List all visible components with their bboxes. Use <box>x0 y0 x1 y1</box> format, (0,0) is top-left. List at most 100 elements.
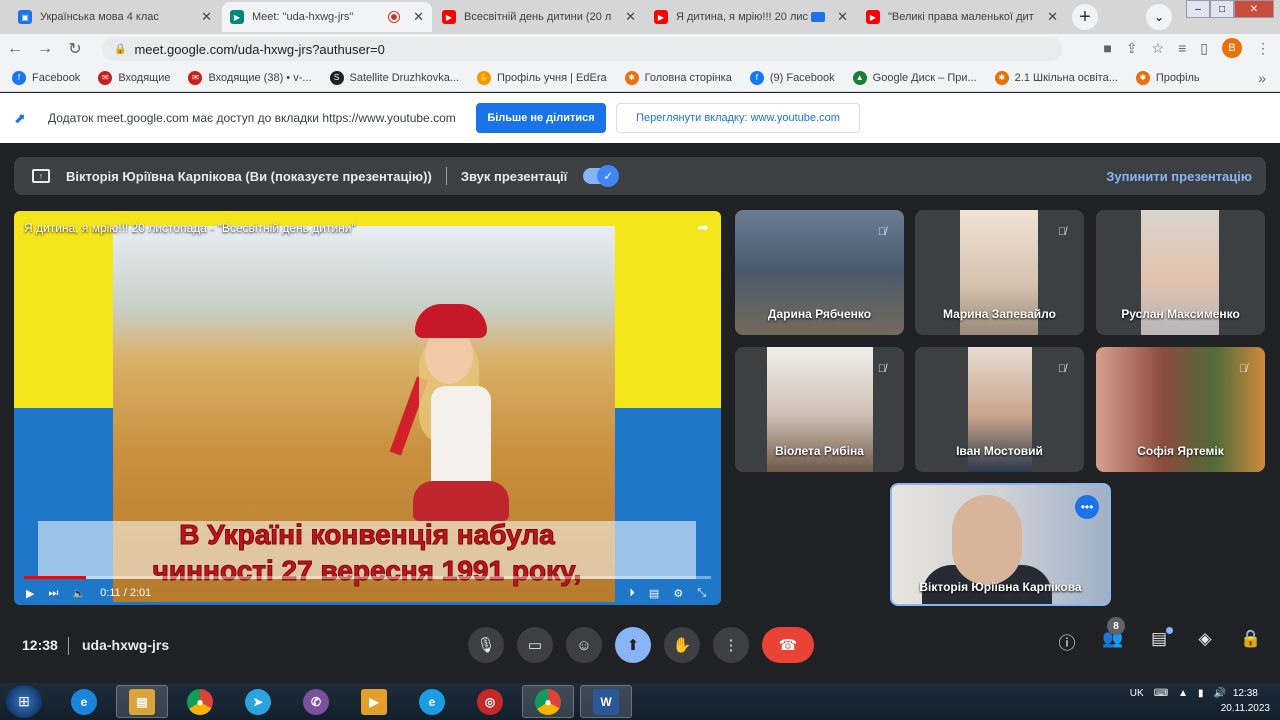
taskbar-chrome-open[interactable]: ● <box>522 685 574 718</box>
side-panel-icon[interactable]: ▯ <box>1200 40 1208 57</box>
bookmark-satellite[interactable]: S Satellite Druzhkovka... <box>329 70 459 85</box>
participant-tile[interactable]: 🎙̸ Софія Яртемік <box>1096 347 1265 472</box>
tab-youtube-3[interactable]: ▶ "Великі права маленької дит ✕ <box>858 2 1066 32</box>
tab-youtube-2[interactable]: ▶ Я дитина, я мрію!!! 20 лис ✕ <box>646 2 856 32</box>
participant-tile[interactable]: 🎙̸ Дарина Рябченко <box>735 210 904 335</box>
viber-icon: ✆ <box>303 688 329 715</box>
presenter-name: Вікторія Юріївна Карпікова (Ви (показуєт… <box>66 168 432 184</box>
reactions-button[interactable]: ☺ <box>566 627 602 663</box>
autoplay-icon[interactable]: ⏵ <box>629 587 635 600</box>
bookmark-home[interactable]: ✱ Головна сторінка <box>624 70 732 85</box>
participant-tile[interactable]: 🎙̸ Марина Запевайло <box>915 210 1084 335</box>
bookmark-profile[interactable]: ✱ Профіль <box>1135 70 1200 85</box>
participant-tile[interactable]: Руслан Максименко <box>1096 210 1265 335</box>
share-icon[interactable]: ➦ <box>697 219 709 236</box>
youtube-icon: ▶ <box>442 10 456 24</box>
bookmark-inbox-38[interactable]: ✉ Входящие (38) • v-... <box>188 70 312 85</box>
back-icon[interactable]: ← <box>0 40 30 58</box>
people-icon[interactable]: 👥 8 <box>1101 617 1125 654</box>
tab-ukrainian-lesson[interactable]: ▣ Українська мова 4 клас ✕ <box>10 2 220 32</box>
window-controls: – □ ✕ <box>1186 0 1274 18</box>
browser-toolbar: ■ ⇪ ☆ ≡ ▯ B ⋮ <box>1103 38 1270 58</box>
keyboard-icon[interactable]: ⌨ <box>1154 688 1168 699</box>
bookmark-facebook-9[interactable]: f (9) Facebook <box>749 70 835 85</box>
close-icon[interactable]: ✕ <box>413 9 424 25</box>
bookmark-school[interactable]: ✱ 2.1 Шкільна освіта... <box>994 70 1118 85</box>
skirt-shape <box>413 481 509 521</box>
stop-presenting-button[interactable]: Зупинити презентацію <box>1106 169 1252 184</box>
battery-icon[interactable]: ▮ <box>1198 688 1204 699</box>
stop-sharing-button[interactable]: Більше не ділитися <box>476 103 606 133</box>
next-icon[interactable]: ⏭ <box>48 587 58 600</box>
more-options-button[interactable]: ⋮ <box>713 627 749 663</box>
profile-avatar[interactable]: B <box>1222 38 1242 58</box>
taskbar-word[interactable]: W <box>580 685 632 718</box>
maximize-button[interactable]: □ <box>1210 0 1234 18</box>
taskbar-edge[interactable]: e <box>406 685 458 718</box>
tab-youtube-1[interactable]: ▶ Всесвітній день дитини (20 л ✕ <box>434 2 644 32</box>
taskbar-chrome[interactable]: ● <box>174 685 226 718</box>
media-control-icon[interactable]: ≡ <box>1178 40 1186 56</box>
leave-call-button[interactable]: ☎ <box>762 627 814 663</box>
menu-icon[interactable]: ⋮ <box>1256 40 1270 57</box>
self-tile[interactable]: ••• Вікторія Юріївна Карпікова <box>890 483 1111 606</box>
taskbar-ie[interactable]: e <box>58 685 110 718</box>
info-icon[interactable]: ⓘ <box>1055 629 1079 654</box>
video-progress-bar[interactable] <box>24 576 711 579</box>
taskbar-telegram[interactable]: ➤ <box>232 685 284 718</box>
subtitles-icon[interactable]: ▤ <box>649 587 659 600</box>
show-hidden-icons[interactable]: ▲ <box>1178 688 1188 699</box>
taskbar-clock[interactable]: 12:38 20.11.2023 <box>1221 686 1270 716</box>
raise-hand-button[interactable]: ✋ <box>664 627 700 663</box>
share-icon[interactable]: ⇪ <box>1126 40 1138 57</box>
more-options-icon[interactable]: ••• <box>1075 495 1099 519</box>
taskbar-explorer[interactable]: ▤ <box>116 685 168 718</box>
volume-icon[interactable]: 🔈 <box>72 587 86 600</box>
minimize-button[interactable]: – <box>1186 0 1210 18</box>
more-bookmarks-icon[interactable]: » <box>1258 70 1266 86</box>
video-title[interactable]: Я дитина, я мрію!!! 20 листопада - "Всес… <box>24 221 356 235</box>
forward-icon[interactable]: → <box>30 40 60 58</box>
taskbar-app[interactable]: ◎ <box>464 685 516 718</box>
participant-tile[interactable]: 🎙̸ Іван Мостовий <box>915 347 1084 472</box>
participant-name: Дарина Рябченко <box>767 307 872 321</box>
bookmark-facebook[interactable]: f Facebook <box>12 70 80 85</box>
mic-off-icon: 🎙̸ <box>877 363 887 375</box>
camera-icon[interactable]: ■ <box>1103 40 1111 56</box>
shared-video[interactable]: Я дитина, я мрію!!! 20 листопада - "Всес… <box>14 211 721 605</box>
reload-icon[interactable]: ↻ <box>60 39 90 59</box>
host-controls-icon[interactable]: 🔒 <box>1239 629 1263 654</box>
edge-icon: e <box>419 688 445 715</box>
taskbar-media[interactable]: ▶ <box>348 685 400 718</box>
bookmark-inbox[interactable]: ✉ Входящие <box>98 70 170 85</box>
close-icon[interactable]: ✕ <box>625 9 636 25</box>
url-field[interactable]: 🔒 meet.google.com/uda-hxwg-jrs?authuser=… <box>102 37 1062 61</box>
chat-icon[interactable]: ▤ <box>1147 627 1173 654</box>
close-icon[interactable]: ✕ <box>837 9 848 25</box>
settings-icon[interactable]: ⚙ <box>673 587 683 600</box>
close-icon[interactable]: ✕ <box>1047 9 1058 25</box>
new-tab-button[interactable]: + <box>1072 4 1098 30</box>
tab-meet[interactable]: ▶ Meet: "uda-hxwg-jrs" ✕ <box>222 2 432 32</box>
camera-button[interactable]: ▭ <box>517 627 553 663</box>
bookmark-google-drive[interactable]: ▲ Google Диск – При... <box>852 70 977 85</box>
present-button[interactable]: ⬆ <box>615 627 651 663</box>
language-indicator[interactable]: UK <box>1130 688 1144 699</box>
call-controls: 🎙 ▭ ☺ ⬆ ✋ ⋮ ☎ <box>468 627 814 663</box>
play-icon[interactable]: ▶ <box>26 587 34 600</box>
start-button[interactable]: ⊞ <box>6 685 42 718</box>
presentation-sound-toggle[interactable]: ✓ <box>583 165 620 187</box>
bookmark-edera[interactable]: ✋ Профіль учня | EdEra <box>476 70 607 85</box>
mail-icon: ✉ <box>188 70 203 85</box>
taskbar-viber[interactable]: ✆ <box>290 685 342 718</box>
telegram-icon: ➤ <box>245 688 271 715</box>
tab-search-button[interactable]: ⌄ <box>1146 4 1172 30</box>
bookmark-star-icon[interactable]: ☆ <box>1152 40 1165 57</box>
microphone-button[interactable]: 🎙 <box>468 627 504 663</box>
window-close-button[interactable]: ✕ <box>1234 0 1274 18</box>
view-tab-button[interactable]: Переглянути вкладку: www.youtube.com <box>616 103 860 133</box>
participant-tile[interactable]: 🎙̸ Віолета Рибіна <box>735 347 904 472</box>
fullscreen-exit-icon[interactable]: ⤡ <box>697 587 706 600</box>
close-icon[interactable]: ✕ <box>201 9 212 25</box>
activities-icon[interactable]: ◈ <box>1193 629 1217 654</box>
